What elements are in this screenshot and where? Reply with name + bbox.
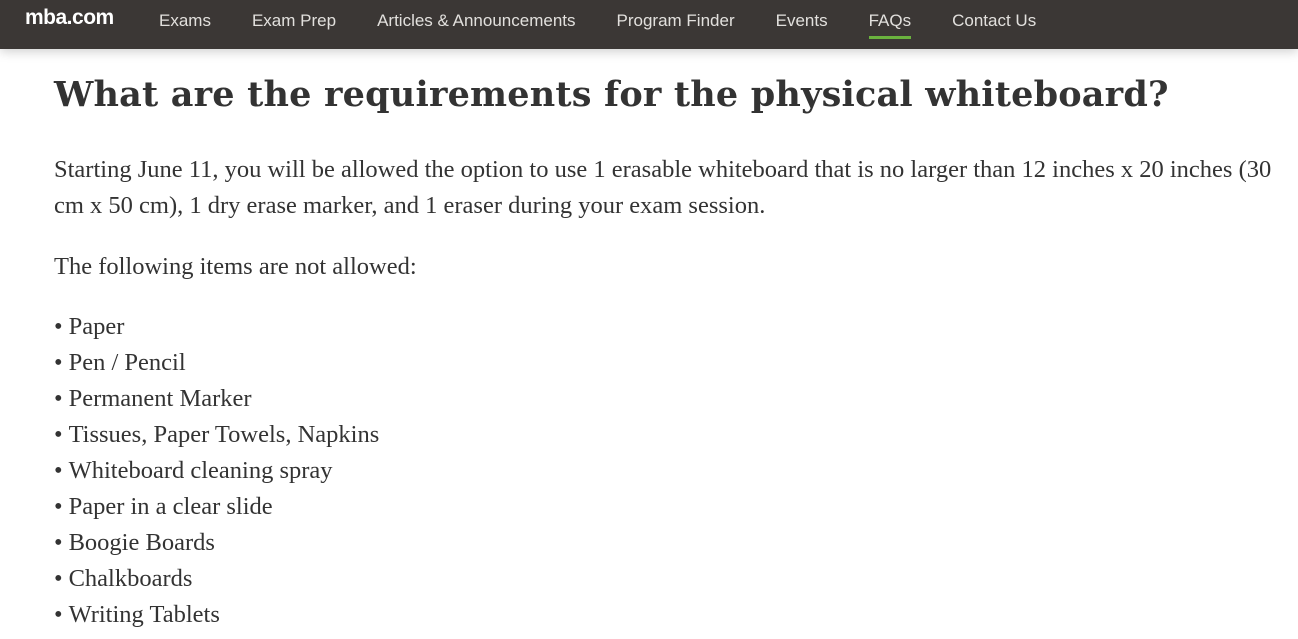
bullet-glyph: •: [54, 421, 63, 448]
list-item: • Whiteboard cleaning spray: [54, 453, 379, 489]
bullet-glyph: •: [54, 493, 63, 520]
main-nav-menu: Exams Exam Prep Articles & Announcements…: [159, 0, 1036, 49]
list-item-text: Paper in a clear slide: [68, 493, 273, 520]
nav-item-articles-announcements[interactable]: Articles & Announcements: [377, 11, 575, 31]
list-item-text: Paper: [68, 313, 125, 340]
nav-item-program-finder[interactable]: Program Finder: [617, 11, 735, 31]
list-item-text: Boogie Boards: [68, 529, 215, 556]
list-item: • Writing Tablets: [54, 597, 379, 633]
bullet-glyph: •: [54, 565, 63, 592]
list-item-text: Whiteboard cleaning spray: [68, 457, 333, 484]
bullet-glyph: •: [54, 313, 63, 340]
list-item-text: Pen / Pencil: [68, 349, 186, 376]
list-item: • Boogie Boards: [54, 525, 379, 561]
list-item-text: Writing Tablets: [68, 601, 220, 628]
list-item-text: Chalkboards: [68, 565, 193, 592]
page-title: What are the requirements for the physic…: [54, 74, 1169, 115]
bullet-glyph: •: [54, 349, 63, 376]
site-logo-link[interactable]: mba.com: [25, 6, 114, 30]
list-item: • Pen / Pencil: [54, 345, 379, 381]
nav-item-faqs[interactable]: FAQs: [868, 11, 911, 39]
list-item: • Tissues, Paper Towels, Napkins: [54, 417, 379, 453]
list-item-text: Permanent Marker: [68, 385, 252, 412]
nav-item-exams[interactable]: Exams: [159, 11, 211, 31]
list-item-text: Tissues, Paper Towels, Napkins: [68, 421, 380, 448]
nav-item-contact-us[interactable]: Contact Us: [952, 11, 1036, 31]
bullet-glyph: •: [54, 457, 63, 484]
bullet-glyph: •: [54, 385, 63, 412]
nav-item-events[interactable]: Events: [776, 11, 828, 31]
intro-paragraph: Starting June 11, you will be allowed th…: [54, 156, 1272, 219]
bullet-glyph: •: [54, 529, 63, 556]
list-item: • Paper: [54, 309, 379, 345]
not-allowed-heading: The following items are not allowed:: [54, 253, 417, 280]
list-item: • Paper in a clear slide: [54, 489, 379, 525]
not-allowed-list: • Paper • Pen / Pencil • Permanent Marker •…: [54, 309, 379, 633]
nav-item-exam-prep[interactable]: Exam Prep: [252, 11, 336, 31]
list-item: • Chalkboards: [54, 561, 379, 597]
top-navigation-bar: mba.com Exams Exam Prep Articles & Annou…: [0, 0, 1298, 49]
bullet-glyph: •: [54, 601, 63, 628]
list-item: • Permanent Marker: [54, 381, 379, 417]
